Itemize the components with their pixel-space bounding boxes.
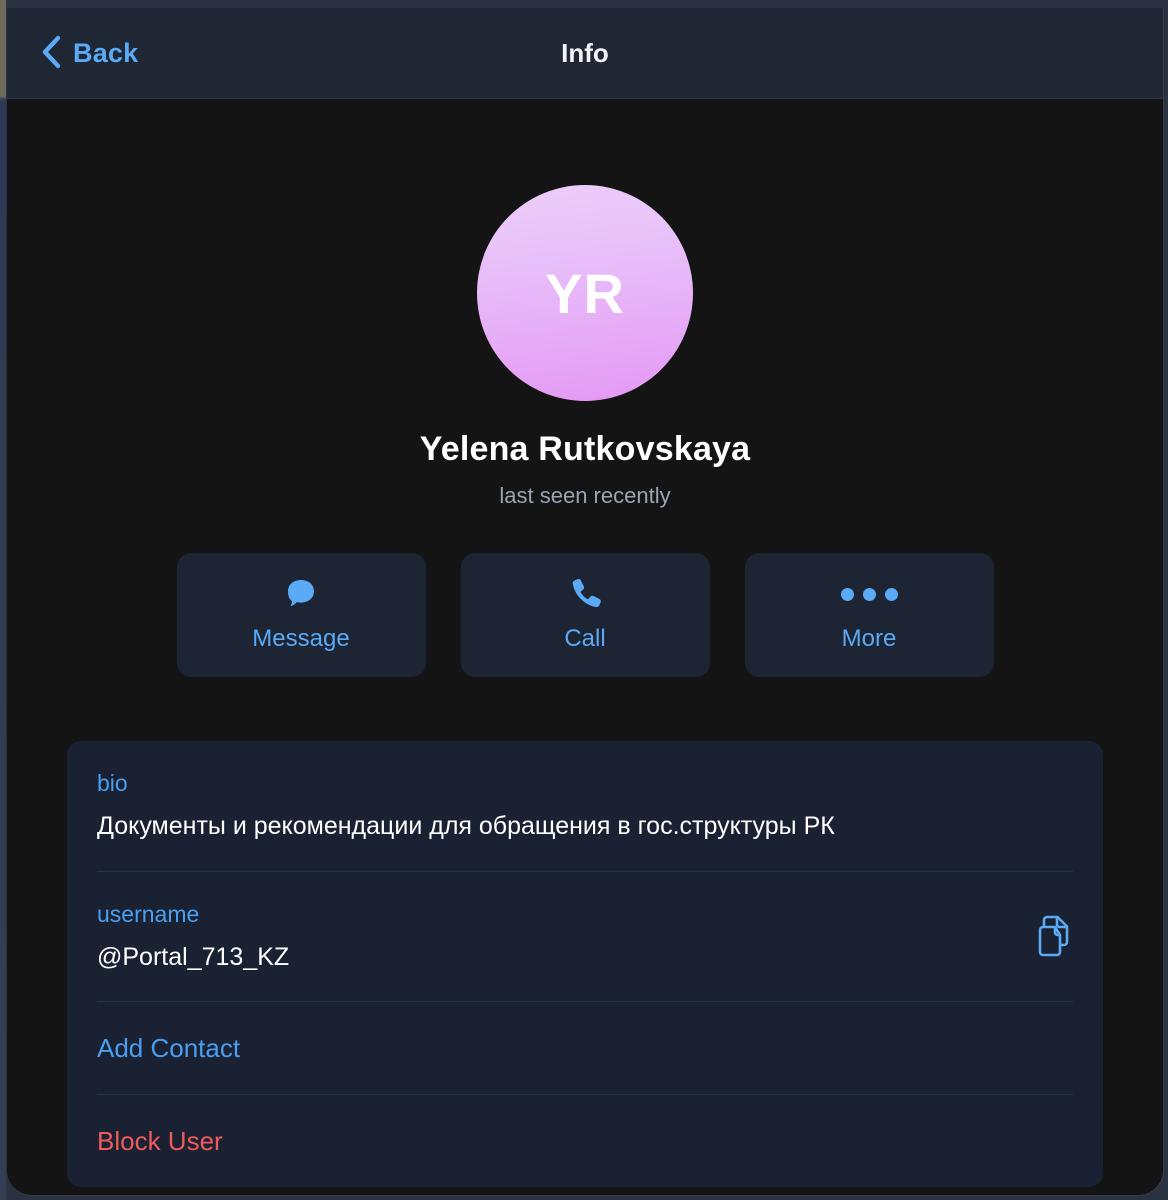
username-row[interactable]: username @Portal_713_KZ [97,872,1073,1003]
bio-row[interactable]: bio Документы и рекомендации для обращен… [97,741,1073,872]
avatar-container: YR [7,99,1163,401]
back-button[interactable]: Back [35,31,144,76]
ellipsis-icon [840,577,898,611]
block-user-row[interactable]: Block User [97,1095,1073,1187]
message-button[interactable]: Message [176,553,426,677]
chevron-left-icon [41,35,61,72]
message-button-label: Message [252,625,350,652]
back-button-label: Back [73,37,139,68]
avatar-initials: YR [545,261,625,325]
navigation-bar: Back Info [7,8,1163,99]
more-button-label: More [841,625,897,652]
bio-value: Документы и рекомендации для обращения в… [97,812,835,841]
profile-status: last seen recently [499,483,671,508]
window-top-strip [0,0,1168,8]
add-contact-label: Add Contact [97,1033,241,1064]
telegram-info-window: Back Info YR Yelena Rutkovskaya last see… [6,8,1164,1196]
call-button-label: Call [564,625,606,652]
username-label: username [97,900,200,927]
add-contact-row[interactable]: Add Contact [97,1002,1073,1096]
username-value: @Portal_713_KZ [97,942,290,971]
action-button-row: Message Call More [7,553,1163,677]
profile-content: YR Yelena Rutkovskaya last seen recently… [7,99,1163,1195]
info-card: bio Документы и рекомендации для обращен… [67,741,1103,1188]
profile-name: Yelena Rutkovskaya [419,430,751,468]
desktop-background: Back Info YR Yelena Rutkovskaya last see… [0,0,1168,1200]
call-button[interactable]: Call [460,553,710,677]
block-user-label: Block User [97,1126,223,1157]
bio-label: bio [97,770,128,796]
phone-icon [568,577,602,611]
avatar[interactable]: YR [477,185,693,401]
page-title: Info [561,37,609,68]
copy-icon[interactable] [1025,907,1079,965]
more-button[interactable]: More [744,553,994,677]
chat-bubble-icon [283,577,319,611]
